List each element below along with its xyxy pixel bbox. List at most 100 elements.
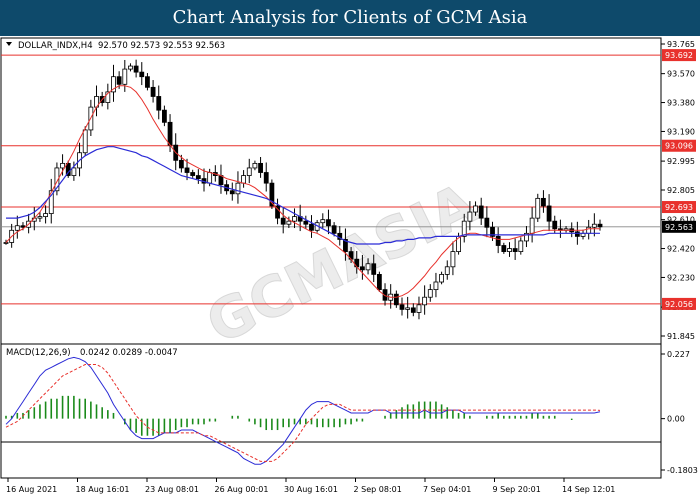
candle-body [422, 296, 428, 306]
candle-body [167, 121, 173, 146]
candle-body [280, 217, 286, 225]
price-tick-label: 93.765 [667, 40, 695, 49]
candle-body [309, 223, 314, 231]
candle-body [473, 205, 478, 213]
candle-body [71, 167, 77, 176]
candle-body [241, 175, 247, 184]
time-tick-label: 26 Aug 00:01 [215, 485, 269, 494]
macd-values: 0.0242 0.0289 -0.0047 [80, 348, 178, 358]
candle-body [320, 219, 326, 224]
candle-body [145, 76, 150, 88]
candle-body [156, 96, 162, 111]
price-tick-label: 91.845 [667, 332, 695, 341]
candle-body [541, 197, 546, 207]
time-tick-label: 23 Aug 08:01 [145, 485, 199, 494]
candle-body [546, 205, 552, 222]
macd-tick-label: 0.00 [667, 415, 685, 424]
candle-body [495, 235, 501, 246]
macd-tick-label: -0.1803 [667, 466, 698, 475]
candle-body [139, 71, 145, 78]
candle-body [416, 304, 422, 313]
macd-tick-label: 0.227 [667, 350, 690, 359]
candle-body [43, 213, 48, 218]
candle-body [178, 159, 184, 169]
candle-body [535, 197, 541, 219]
candle-body [450, 251, 456, 268]
candle-body [263, 172, 269, 184]
candle-body [365, 263, 371, 271]
candle-body [512, 248, 518, 252]
candle-body [359, 266, 365, 271]
candle-body [3, 242, 9, 244]
candle-body [161, 109, 167, 123]
time-tick-label: 16 Aug 2021 [6, 485, 57, 494]
candle-body [150, 86, 156, 97]
level-label: 92.693 [665, 203, 693, 212]
candle-body [218, 175, 224, 186]
candle-body [410, 307, 416, 313]
candle-body [128, 65, 133, 70]
time-tick-label: 7 Sep 04:01 [423, 485, 471, 494]
candle-body [529, 217, 535, 234]
candle-body [258, 162, 263, 173]
level-label: 93.096 [665, 142, 693, 151]
candle-body [574, 231, 580, 237]
price-tick-label: 93.380 [667, 99, 695, 108]
candle-body [184, 167, 190, 173]
price-tick-label: 93.570 [667, 70, 695, 79]
candle-body [60, 162, 65, 169]
candle-body [552, 220, 558, 230]
candle-body [292, 216, 297, 222]
candle-body [190, 172, 196, 176]
candle-body [597, 223, 603, 228]
candle-body [331, 225, 337, 234]
candle-body [14, 225, 20, 231]
page-title: Chart Analysis for Clients of GCM Asia [0, 0, 700, 36]
instrument-label: DOLLAR_INDX,H4 [18, 41, 93, 51]
candle-body [229, 190, 235, 195]
macd-label: MACD(12,26,9) [6, 348, 71, 358]
candle-body [116, 76, 122, 85]
candle-body [484, 217, 490, 228]
candle-body [122, 68, 128, 85]
price-tick-label: 92.420 [667, 245, 695, 254]
candle-body [399, 304, 405, 310]
candle-body [393, 293, 399, 306]
candle-body [286, 220, 292, 225]
time-tick-label: 14 Sep 12:01 [562, 485, 615, 494]
time-tick-label: 2 Sep 08:01 [354, 485, 402, 494]
candle-body [427, 289, 433, 298]
price-tick-label: 92.805 [667, 186, 695, 195]
candle-body [303, 220, 309, 225]
candle-body [195, 175, 201, 179]
candle-body [444, 266, 450, 275]
candle-body [376, 274, 382, 291]
candle-body [439, 274, 445, 283]
candle-body [586, 226, 592, 234]
candle-body [246, 167, 252, 176]
candle-body [252, 162, 258, 169]
candle-body [501, 245, 507, 252]
candle-body [591, 223, 597, 228]
ohlc-values: 92.570 92.573 92.553 92.563 [98, 41, 225, 51]
candle-body [37, 216, 43, 219]
candle-body [507, 248, 512, 252]
time-tick-label: 30 Aug 16:01 [284, 485, 338, 494]
price-tick-label: 93.190 [667, 127, 695, 136]
candle-body [405, 307, 411, 310]
candle-body [478, 205, 484, 219]
level-label: 92.056 [665, 300, 693, 309]
candle-body [326, 219, 331, 227]
candle-body [433, 281, 439, 291]
time-tick-label: 9 Sep 20:01 [493, 485, 541, 494]
level-label: 93.692 [665, 51, 693, 60]
candle-body [133, 65, 139, 73]
price-tick-label: 92.230 [667, 273, 695, 282]
candle-body [371, 263, 377, 275]
price-chart[interactable]: GCMASIA 93.76593.57093.38093.19092.99592… [0, 36, 700, 500]
time-tick-label: 18 Aug 16:01 [76, 485, 130, 494]
price-tick-label: 92.995 [667, 157, 695, 166]
candle-body [207, 172, 213, 184]
current-price-label: 92.563 [665, 223, 693, 232]
candle-body [82, 129, 88, 154]
